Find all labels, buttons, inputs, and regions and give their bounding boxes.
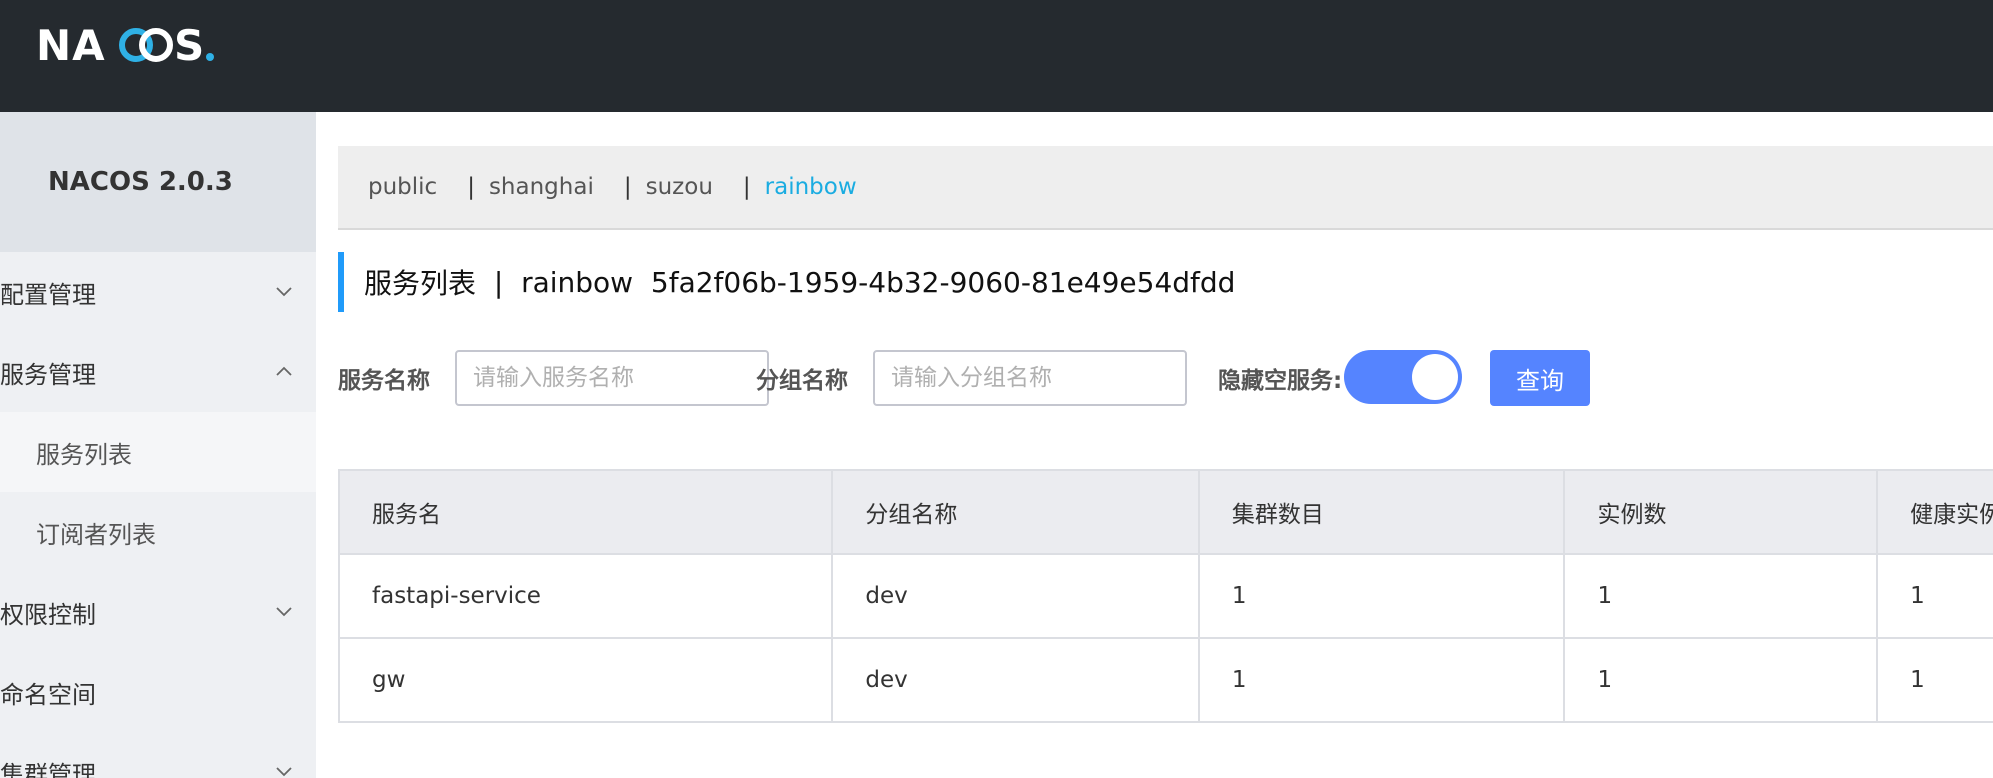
namespace-separator: |	[742, 174, 751, 200]
sidebar-item-label: 服务管理	[0, 360, 96, 389]
chevron-down-icon	[276, 767, 292, 777]
chevron-up-icon	[276, 366, 292, 376]
toggle-knob	[1412, 354, 1458, 400]
page-title-separator-bar: |	[493, 265, 504, 299]
service-table: 服务名 分组名称 集群数目 实例数 健康实例 fastapi-service d…	[338, 469, 1993, 723]
page-title: 服务列表 | rainbow 5fa2f06b-1959-4b32-9060-8…	[338, 252, 1235, 312]
column-header-cluster-count[interactable]: 集群数目	[1200, 471, 1566, 553]
sidebar-brand: NACOS 2.0.3	[0, 112, 316, 252]
sidebar-item-label: 订阅者列表	[36, 520, 156, 549]
sidebar: NACOS 2.0.3 配置管理 服务管理 服务列表 订阅者列表 权限控制 命名…	[0, 112, 316, 778]
service-name-input[interactable]	[455, 350, 769, 406]
namespace-tab-rainbow[interactable]: rainbow	[765, 174, 857, 200]
group-name-input[interactable]	[873, 350, 1187, 406]
cell-group-name: dev	[833, 639, 1200, 721]
table-header-row: 服务名 分组名称 集群数目 实例数 健康实例	[340, 471, 1993, 555]
cell-healthy-instances: 1	[1910, 667, 1925, 693]
namespace-tab-suzou[interactable]: suzou	[646, 174, 713, 200]
main-content: public | shanghai | suzou | rainbow 服务列表…	[316, 112, 1993, 778]
table-row[interactable]: gw dev 1 1 1	[340, 639, 1993, 723]
cell-instance-count: 1	[1565, 555, 1879, 637]
namespace-bar: public | shanghai | suzou | rainbow	[338, 146, 1993, 230]
sidebar-item-service-management[interactable]: 服务管理	[0, 332, 316, 412]
sidebar-item-label: 集群管理	[0, 760, 96, 778]
sidebar-item-label: 权限控制	[0, 600, 96, 629]
page-title-namespace-id: 5fa2f06b-1959-4b32-9060-81e49e54dfdd	[650, 265, 1236, 299]
namespace-separator: |	[467, 174, 475, 200]
sidebar-item-service-list[interactable]: 服务列表	[0, 412, 316, 492]
sidebar-item-cluster[interactable]: 集群管理	[0, 732, 316, 778]
cell-cluster-count: 1	[1200, 639, 1566, 721]
namespace-tab-shanghai[interactable]: shanghai	[489, 174, 594, 200]
column-header-healthy-instances[interactable]: 健康实例	[1878, 471, 1993, 553]
chevron-down-icon	[276, 607, 292, 617]
page-title-namespace: rainbow	[521, 265, 634, 299]
namespace-separator: |	[623, 174, 632, 200]
chevron-down-icon	[276, 287, 292, 297]
column-header-service-name[interactable]: 服务名	[340, 471, 834, 553]
cell-group-name: dev	[833, 555, 1200, 637]
sidebar-item-label: 命名空间	[0, 680, 96, 709]
cell-service-name: gw	[340, 639, 834, 721]
sidebar-item-permission[interactable]: 权限控制	[0, 572, 316, 652]
cell-service-name: fastapi-service	[340, 555, 834, 637]
sidebar-item-label: 配置管理	[0, 280, 96, 309]
query-button[interactable]: 查询	[1490, 350, 1590, 406]
svg-text:NA: NA	[36, 21, 106, 68]
table-row[interactable]: fastapi-service dev 1 1 1	[340, 555, 1993, 639]
cell-healthy-instances: 1	[1910, 583, 1925, 609]
page-title-label: 服务列表	[364, 267, 477, 300]
filter-bar: 服务名称 分组名称 隐藏空服务: 查询	[338, 350, 1993, 410]
hide-empty-toggle[interactable]	[1344, 350, 1462, 404]
top-navbar: NA S	[0, 0, 1993, 112]
svg-text:S: S	[174, 21, 205, 68]
cell-cluster-count: 1	[1200, 555, 1566, 637]
sidebar-item-subscriber-list[interactable]: 订阅者列表	[0, 492, 316, 572]
hide-empty-label: 隐藏空服务:	[1218, 368, 1343, 394]
sidebar-item-namespace[interactable]: 命名空间	[0, 652, 316, 732]
column-header-group-name[interactable]: 分组名称	[833, 471, 1200, 553]
nacos-logo-icon: NA S	[36, 21, 214, 68]
nacos-logo[interactable]: NA S	[36, 18, 226, 68]
page-title-separator	[476, 266, 494, 299]
column-header-instance-count[interactable]: 实例数	[1565, 471, 1879, 553]
namespace-tab-public[interactable]: public	[368, 174, 437, 200]
group-name-label: 分组名称	[756, 368, 848, 394]
sidebar-item-config[interactable]: 配置管理	[0, 252, 316, 332]
service-name-label: 服务名称	[338, 368, 430, 394]
sidebar-item-label: 服务列表	[36, 440, 132, 469]
cell-instance-count: 1	[1565, 639, 1879, 721]
